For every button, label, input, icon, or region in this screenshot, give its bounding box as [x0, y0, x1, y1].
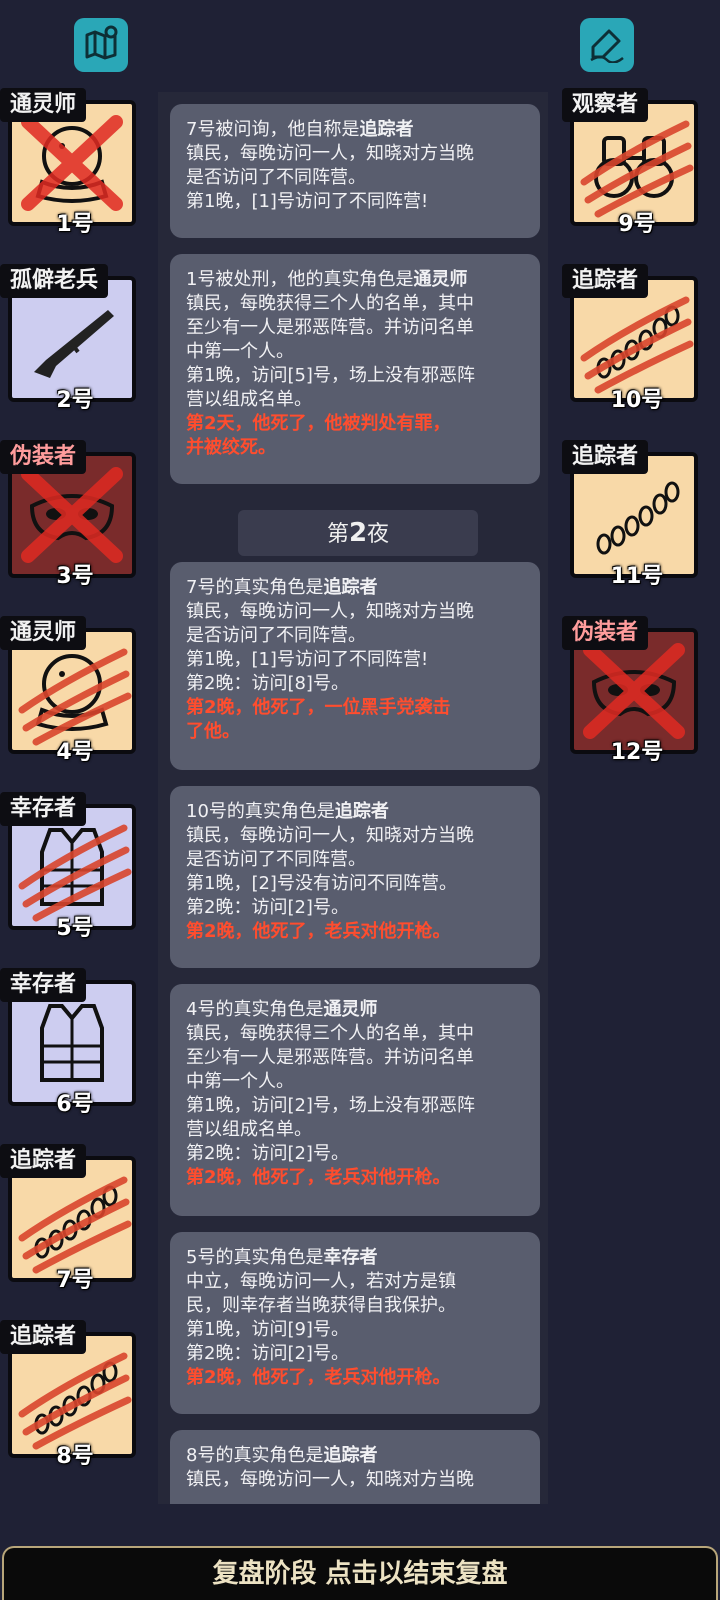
- player-role-label: 幸存者: [0, 968, 87, 1002]
- map-button[interactable]: [74, 18, 128, 72]
- player-number: 12号: [610, 740, 664, 765]
- player-number: 3号: [56, 564, 94, 589]
- player-number: 8号: [56, 1444, 94, 1469]
- player-role-label: 观察者: [562, 88, 649, 122]
- log-entry-3: 7号的真实角色是追踪者 镇民，每晚访问一人，知晓对方当晚 是否访问了不同阵营。 …: [170, 562, 540, 770]
- player-role-label: 伪装者: [562, 616, 649, 650]
- player-slot-10[interactable]: 追踪者 10号: [562, 264, 712, 434]
- player-number: 4号: [56, 740, 94, 765]
- replay-log[interactable]: 7号被问询，他自称是追踪者 镇民，每晚访问一人，知晓对方当晚 是否访问了不同阵营…: [158, 92, 548, 1504]
- player-slot-2[interactable]: 孤僻老兵 2号: [0, 264, 150, 434]
- player-role-label: 通灵师: [0, 88, 87, 122]
- player-slot-9[interactable]: 观察者 9号: [562, 88, 712, 258]
- player-role-label: 通灵师: [0, 616, 87, 650]
- player-role-label: 追踪者: [562, 264, 649, 298]
- player-slot-12[interactable]: 伪装者 12号: [562, 616, 712, 786]
- log-entry-5: 4号的真实角色是通灵师 镇民，每晚获得三个人的名单，其中 至少有一人是邪恶阵营。…: [170, 984, 540, 1216]
- player-slot-8[interactable]: 追踪者 8号: [0, 1320, 150, 1490]
- end-replay-button[interactable]: 复盘阶段 点击以结束复盘: [2, 1546, 718, 1600]
- player-role-label: 追踪者: [562, 440, 649, 474]
- player-number: 6号: [56, 1092, 94, 1117]
- map-icon: [81, 23, 121, 67]
- player-number: 7号: [56, 1268, 94, 1293]
- player-number: 11号: [610, 564, 664, 589]
- player-slot-6[interactable]: 幸存者 6号: [0, 968, 150, 1138]
- player-role-label: 孤僻老兵: [0, 264, 109, 298]
- player-slot-1[interactable]: 通灵师 1号: [0, 88, 150, 258]
- player-number: 2号: [56, 388, 94, 413]
- player-slot-3[interactable]: 伪装者 3号: [0, 440, 150, 610]
- log-entry-6: 5号的真实角色是幸存者 中立，每晚访问一人，若对方是镇 民，则幸存者当晚获得自我…: [170, 1232, 540, 1414]
- log-entry-4: 10号的真实角色是追踪者 镇民，每晚访问一人，知晓对方当晚 是否访问了不同阵营。…: [170, 786, 540, 968]
- player-role-label: 幸存者: [0, 792, 87, 826]
- player-slot-11[interactable]: 追踪者 11号: [562, 440, 712, 610]
- death-text: 第2天，他死了，他被判处有罪，: [186, 413, 451, 434]
- log-entry-2: 1号被处刑，他的真实角色是通灵师 镇民，每晚获得三个人的名单，其中 至少有一人是…: [170, 254, 540, 484]
- player-slot-5[interactable]: 幸存者 5号: [0, 792, 150, 962]
- player-role-label: 追踪者: [0, 1320, 87, 1354]
- night-divider: 第2夜: [238, 510, 478, 556]
- log-entry-1: 7号被问询，他自称是追踪者 镇民，每晚访问一人，知晓对方当晚 是否访问了不同阵营…: [170, 104, 540, 238]
- player-role-label: 追踪者: [0, 1144, 87, 1178]
- player-slot-4[interactable]: 通灵师 4号: [0, 616, 150, 786]
- player-number: 5号: [56, 916, 94, 941]
- end-replay-label: 复盘阶段 点击以结束复盘: [212, 1559, 508, 1589]
- log-entry-7: 8号的真实角色是追踪者 镇民，每晚访问一人，知晓对方当晚: [170, 1430, 540, 1504]
- player-role-label: 伪装者: [0, 440, 87, 474]
- note-pen-icon: [587, 23, 627, 67]
- player-number: 10号: [610, 388, 664, 413]
- player-number: 1号: [56, 212, 94, 237]
- notes-button[interactable]: [580, 18, 634, 72]
- player-number: 9号: [618, 212, 656, 237]
- player-slot-7[interactable]: 追踪者 7号: [0, 1144, 150, 1314]
